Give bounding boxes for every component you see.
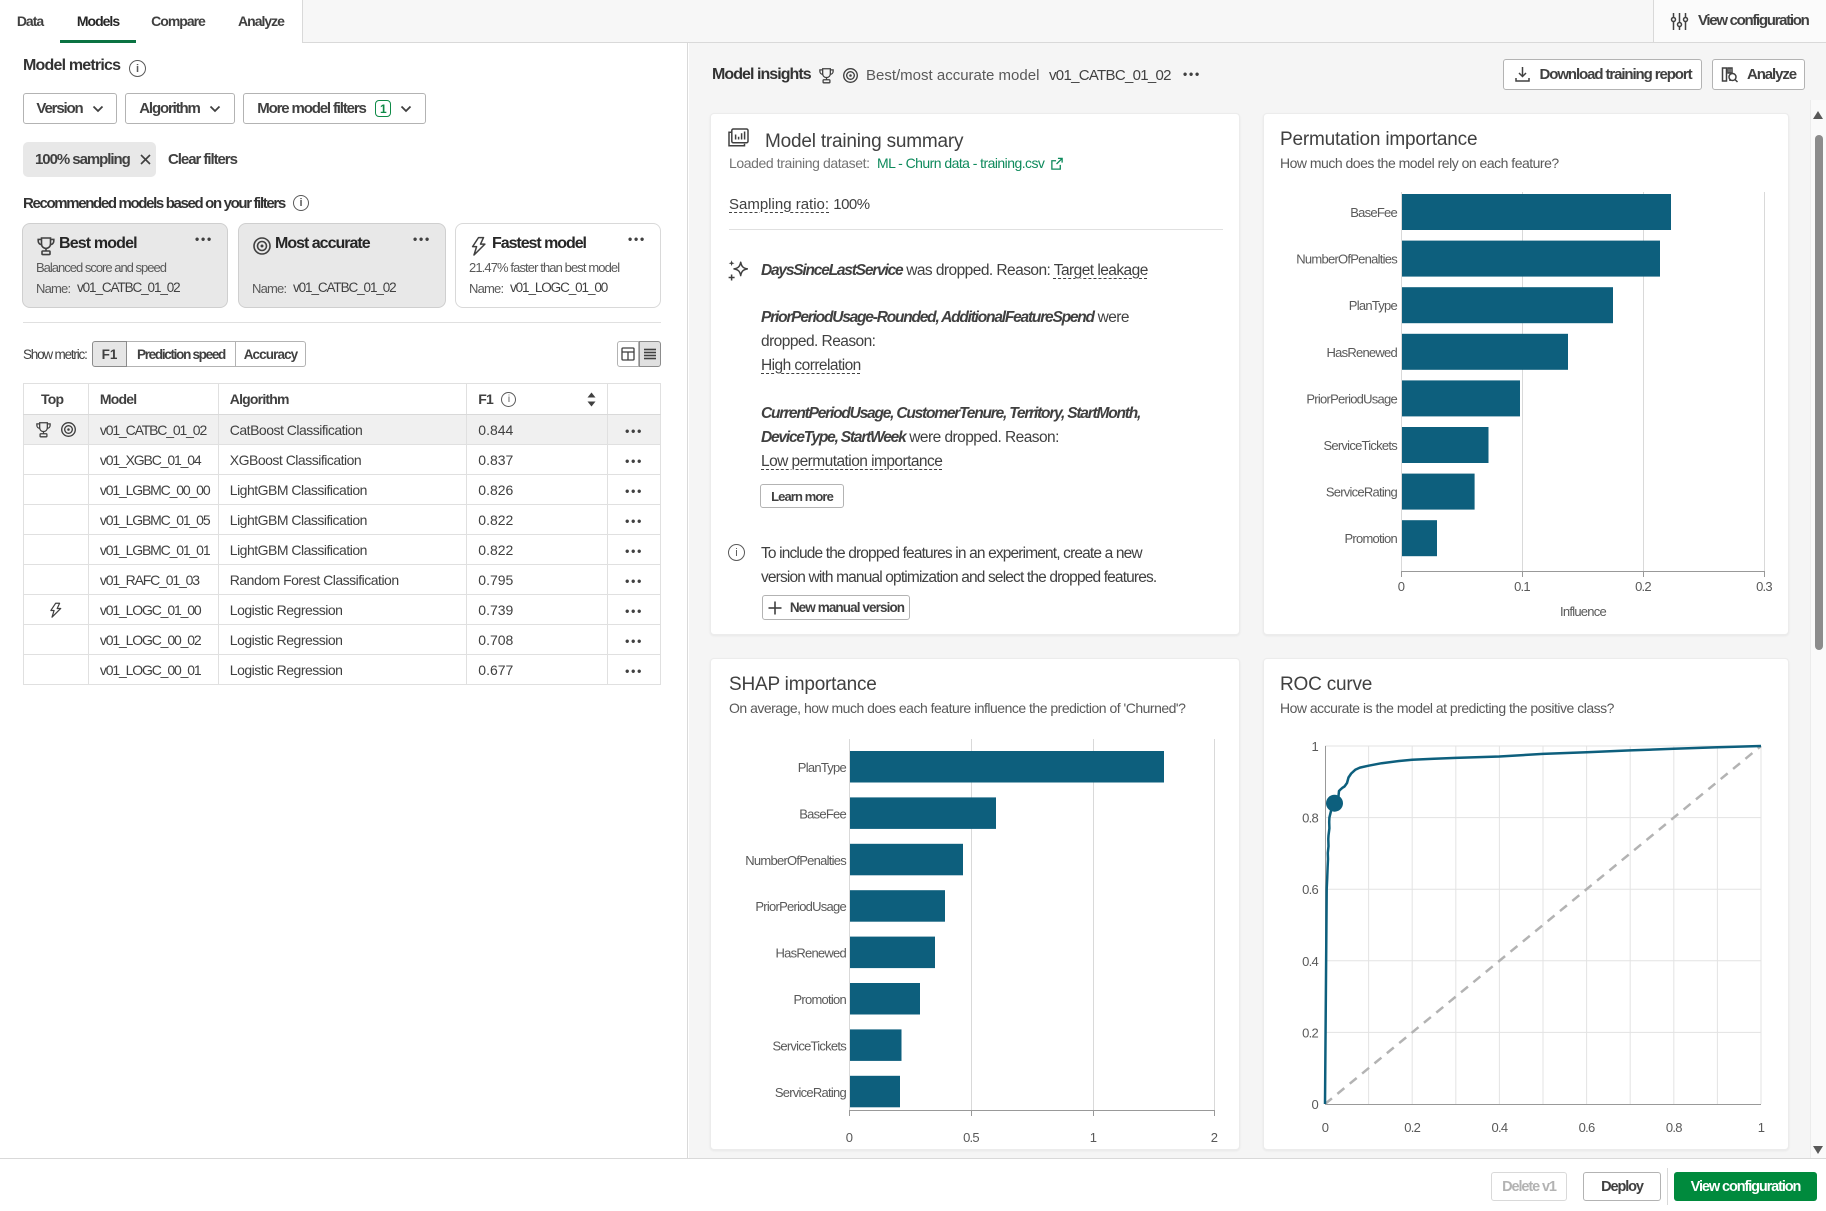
svg-text:0: 0: [1398, 579, 1405, 594]
svg-text:HasRenewed: HasRenewed: [1326, 345, 1397, 360]
svg-text:0.8: 0.8: [1302, 811, 1318, 826]
svg-text:HasRenewed: HasRenewed: [775, 946, 846, 961]
svg-text:Promotion: Promotion: [794, 992, 847, 1007]
svg-text:0.2: 0.2: [1635, 579, 1651, 594]
svg-text:ServiceTickets: ServiceTickets: [772, 1038, 847, 1053]
svg-text:0.1: 0.1: [1514, 579, 1530, 594]
svg-text:0.6: 0.6: [1579, 1120, 1595, 1135]
svg-text:PlanType: PlanType: [798, 760, 847, 775]
svg-text:1: 1: [1758, 1120, 1765, 1135]
svg-text:PriorPeriodUsage: PriorPeriodUsage: [1306, 391, 1397, 406]
svg-text:ServiceRating: ServiceRating: [1326, 485, 1398, 500]
svg-text:NumberOfPenalties: NumberOfPenalties: [1296, 252, 1398, 267]
svg-text:0.8: 0.8: [1666, 1120, 1682, 1135]
svg-text:NumberOfPenalties: NumberOfPenalties: [745, 853, 847, 868]
svg-text:PriorPeriodUsage: PriorPeriodUsage: [755, 899, 846, 914]
svg-text:PlanType: PlanType: [1349, 298, 1398, 313]
svg-text:Influence: Influence: [1560, 604, 1607, 619]
svg-text:0.5: 0.5: [963, 1130, 979, 1145]
svg-text:0: 0: [846, 1130, 853, 1145]
svg-text:Promotion: Promotion: [1345, 531, 1398, 546]
svg-text:ServiceTickets: ServiceTickets: [1323, 438, 1398, 453]
svg-text:BaseFee: BaseFee: [1350, 205, 1397, 220]
svg-text:1: 1: [1090, 1130, 1097, 1145]
svg-text:0.4: 0.4: [1302, 954, 1318, 969]
svg-text:0: 0: [1322, 1120, 1329, 1135]
svg-text:0.2: 0.2: [1302, 1025, 1318, 1040]
svg-text:ServiceRating: ServiceRating: [775, 1085, 847, 1100]
svg-text:0.6: 0.6: [1302, 882, 1318, 897]
svg-text:0.2: 0.2: [1404, 1120, 1420, 1135]
svg-text:0: 0: [1312, 1097, 1319, 1112]
svg-text:2: 2: [1211, 1130, 1218, 1145]
svg-text:BaseFee: BaseFee: [799, 806, 846, 821]
svg-text:1: 1: [1312, 739, 1319, 754]
svg-text:0.3: 0.3: [1756, 579, 1772, 594]
svg-text:0.4: 0.4: [1491, 1120, 1507, 1135]
